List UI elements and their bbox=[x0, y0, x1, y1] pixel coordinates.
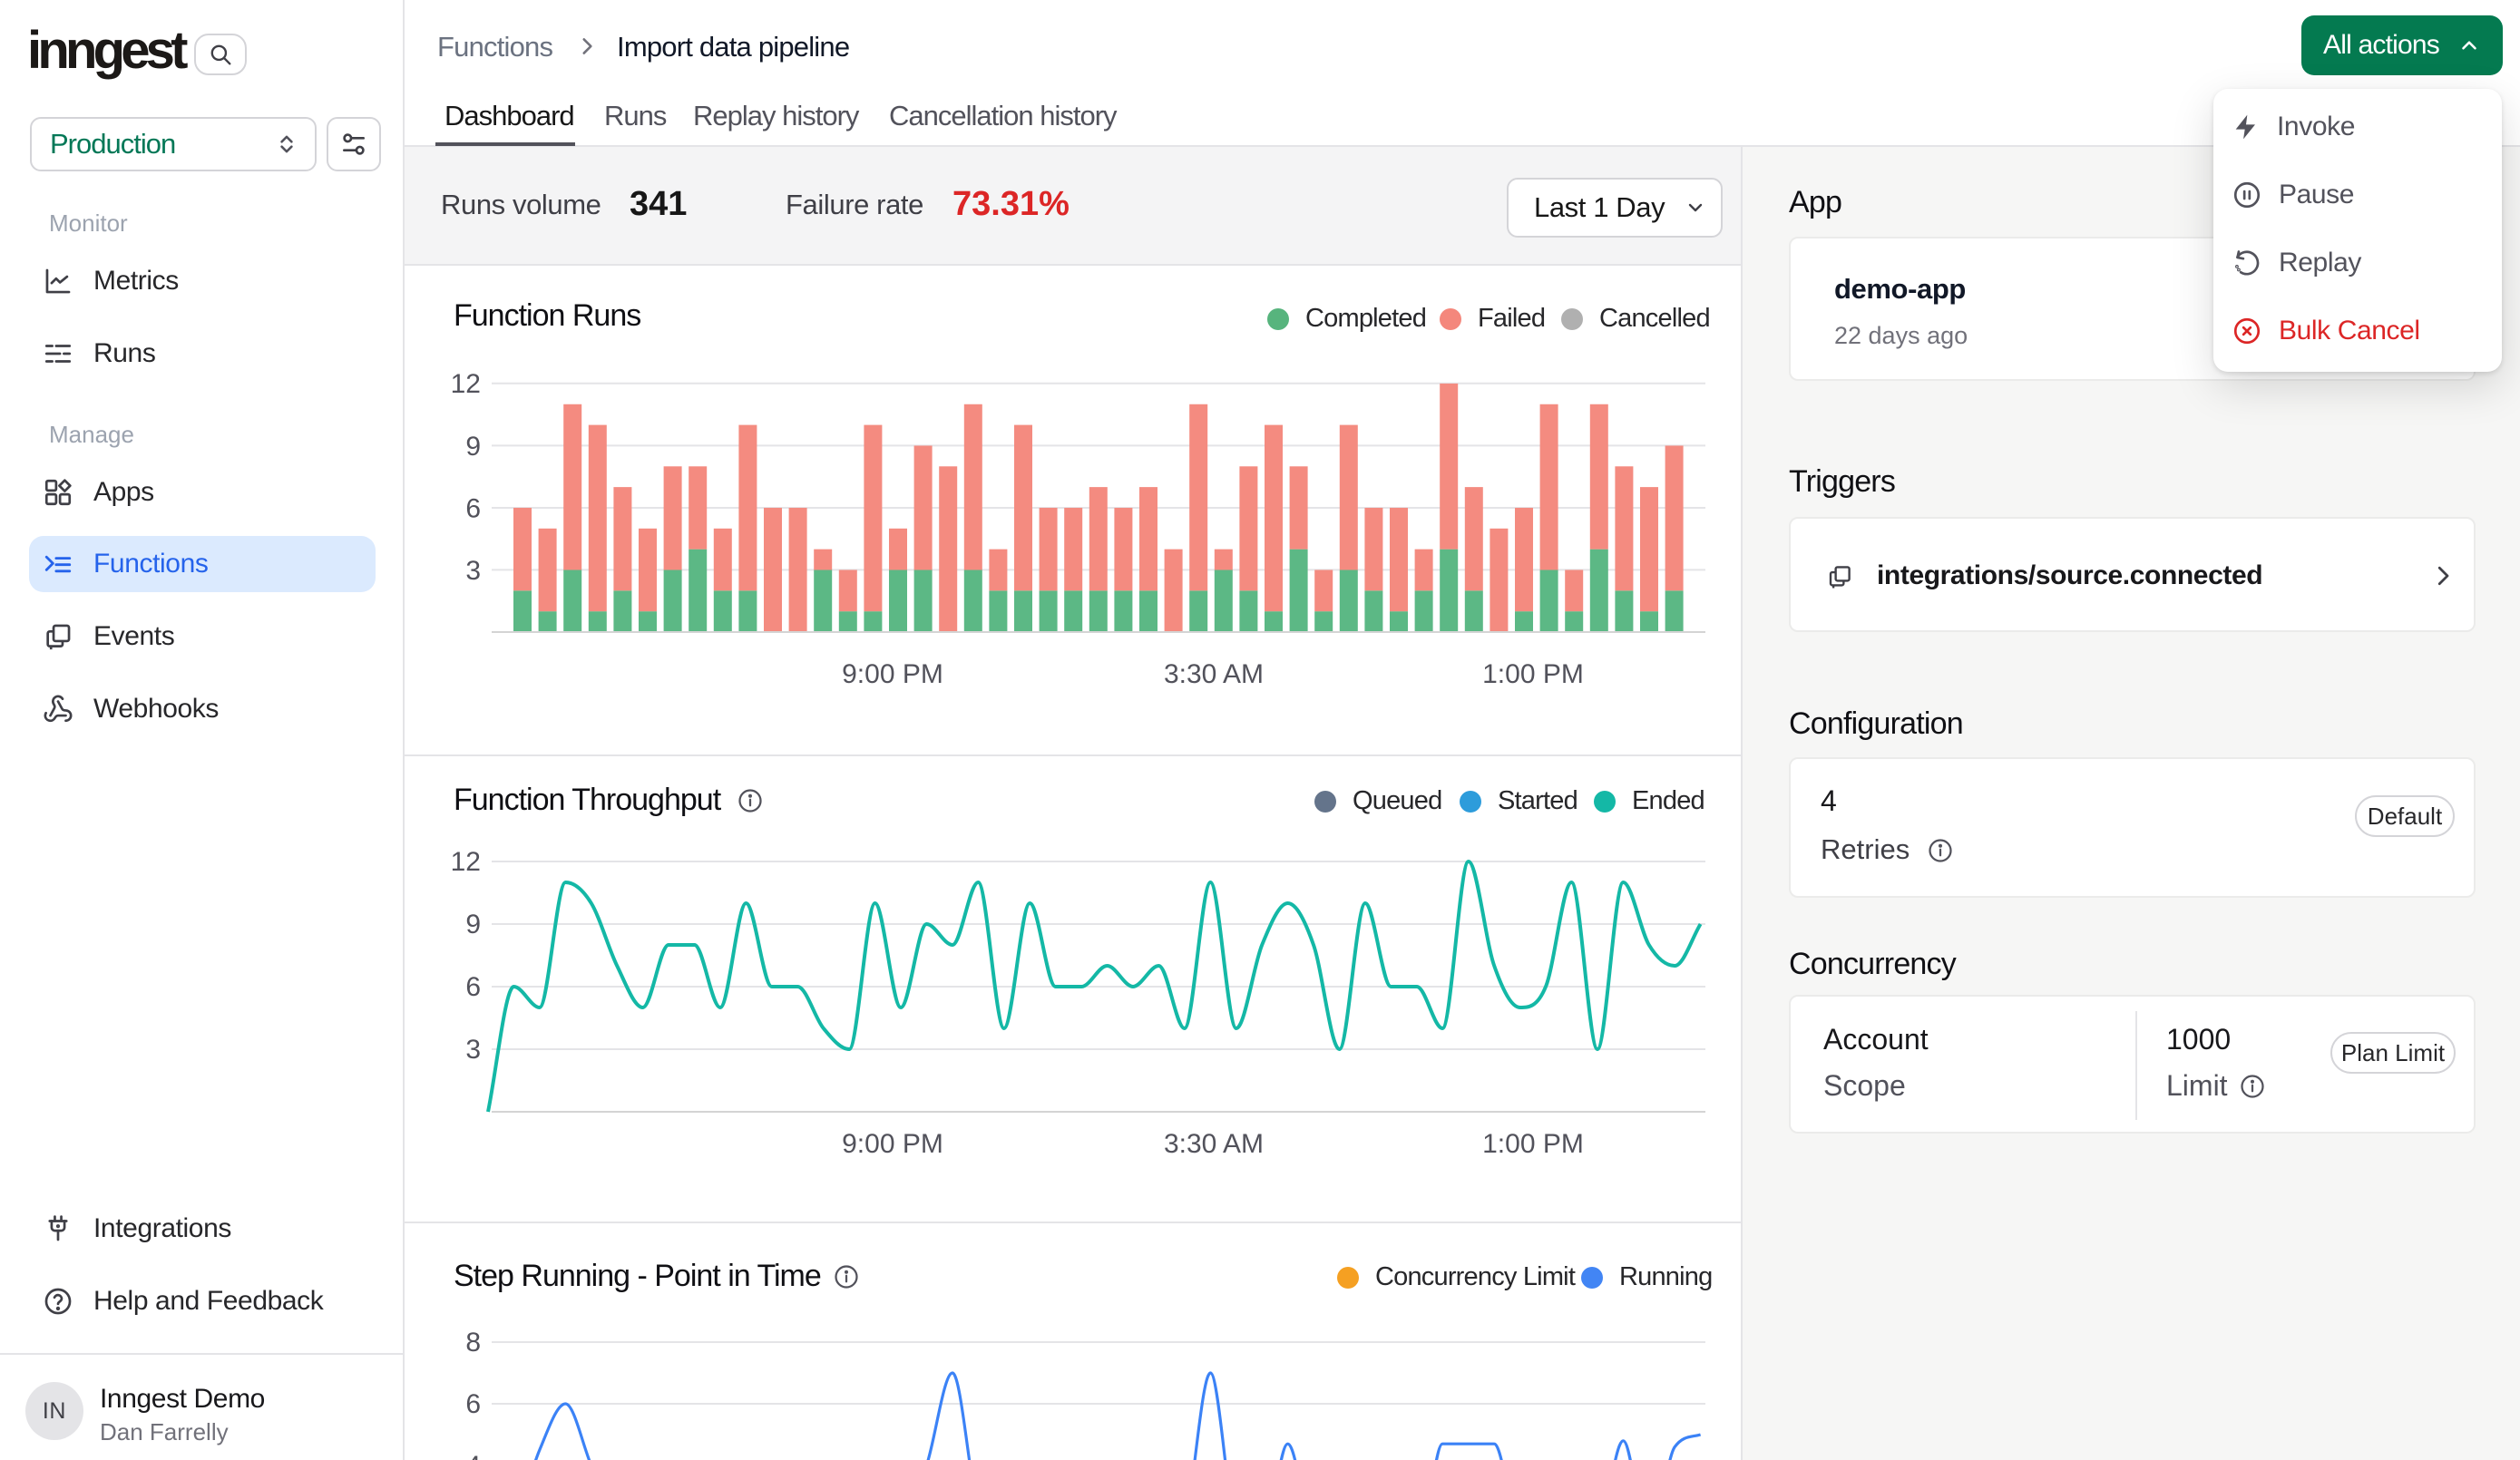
svg-text:1:00 PM: 1:00 PM bbox=[1482, 659, 1584, 689]
svg-text:9: 9 bbox=[465, 910, 481, 939]
svg-text:3:30 AM: 3:30 AM bbox=[1164, 1129, 1264, 1159]
svg-text:12: 12 bbox=[451, 369, 481, 399]
svg-text:9:00 PM: 9:00 PM bbox=[842, 659, 943, 689]
svg-text:9: 9 bbox=[465, 432, 481, 462]
svg-text:3: 3 bbox=[465, 556, 481, 586]
svg-text:9:00 PM: 9:00 PM bbox=[842, 1129, 943, 1159]
svg-text:4: 4 bbox=[465, 1451, 481, 1460]
svg-text:3: 3 bbox=[465, 1035, 481, 1065]
svg-text:12: 12 bbox=[451, 847, 481, 877]
svg-text:6: 6 bbox=[465, 972, 481, 1002]
svg-text:3:30 AM: 3:30 AM bbox=[1164, 659, 1264, 689]
svg-text:6: 6 bbox=[465, 1389, 481, 1419]
svg-text:8: 8 bbox=[465, 1328, 481, 1358]
svg-text:6: 6 bbox=[465, 493, 481, 523]
svg-text:1:00 PM: 1:00 PM bbox=[1482, 1129, 1584, 1159]
